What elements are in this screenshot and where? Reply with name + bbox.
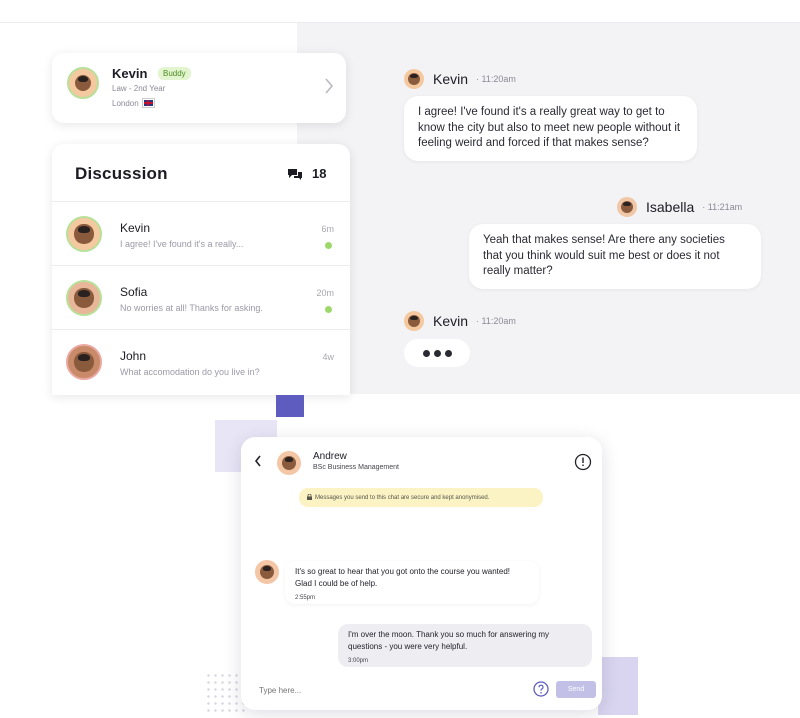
conversation-time: 6m [321, 224, 334, 234]
contact-course: BSc Business Management [313, 464, 399, 471]
conversation-preview: No worries at all! Thanks for asking. [120, 303, 263, 313]
message-text: It's so great to hear that you got onto … [295, 567, 510, 588]
chevron-right-icon[interactable] [324, 77, 334, 95]
profile-name: Kevin [112, 66, 148, 81]
mobile-chat-window: Andrew BSc Business Management Messages … [241, 437, 602, 710]
message-header: Isabella · 11:21am [617, 197, 742, 217]
avatar [404, 69, 424, 89]
list-item[interactable]: Kevin I agree! I've found it's a really.… [52, 202, 350, 266]
message-time: · 11:21am [702, 202, 743, 212]
online-indicator [325, 242, 332, 249]
message-time: 3:00pm [348, 658, 369, 664]
time-value: 11:20am [481, 74, 516, 84]
message-sender: Kevin [433, 71, 469, 87]
time-value: 11:21am [707, 202, 743, 212]
message-bubble: Yeah that makes sense! Are there any soc… [469, 224, 761, 289]
profile-location: London [112, 98, 155, 108]
avatar [617, 197, 637, 217]
info-icon[interactable] [574, 453, 592, 471]
outgoing-message: I'm over the moon. Thank you so much for… [338, 624, 592, 667]
avatar [404, 311, 424, 331]
message-sender: Kevin [433, 313, 469, 329]
screenshot-stage: Kevin Buddy Law - 2nd Year London Discus… [0, 0, 800, 718]
conversation-preview: What accomodation do you live in? [120, 367, 260, 377]
buddy-badge: Buddy [158, 67, 191, 80]
uk-flag-icon [141, 98, 155, 108]
avatar [277, 451, 301, 475]
message-text: I'm over the moon. Thank you so much for… [348, 630, 550, 651]
typing-indicator [404, 339, 470, 367]
conversation-time: 4w [322, 352, 334, 362]
conversation-name: Sofia [120, 285, 148, 299]
profile-card[interactable]: Kevin Buddy Law - 2nd Year London [52, 53, 346, 123]
decor-dot-grid [205, 672, 245, 712]
conversation-preview: I agree! I've found it's a really... [120, 239, 244, 249]
decor-square [598, 657, 638, 715]
discussion-list: Discussion 18 Kevin I agree! I've found … [52, 144, 350, 395]
discussion-header: Discussion 18 [52, 144, 350, 202]
avatar [66, 216, 102, 252]
discussion-title: Discussion [75, 164, 168, 183]
profile-subtitle: Law - 2nd Year [112, 84, 166, 93]
back-arrow-icon[interactable] [253, 454, 263, 468]
message-header: Kevin · 11:20am [404, 311, 516, 331]
avatar [66, 280, 102, 316]
message-bubble: I agree! I've found it's a really great … [404, 96, 697, 161]
message-header: Kevin · 11:20am [404, 69, 516, 89]
message-time: · 11:20am [476, 74, 516, 84]
chat-bubbles-icon [288, 169, 302, 180]
secure-notice-text: Messages you send to this chat are secur… [315, 494, 490, 501]
send-button[interactable]: Send [556, 681, 596, 698]
contact-name: Andrew [313, 451, 347, 462]
time-value: 11:20am [481, 316, 516, 326]
help-icon[interactable] [533, 681, 549, 697]
conversation-name: John [120, 349, 147, 363]
decor-square [276, 395, 304, 417]
message-sender: Isabella [646, 199, 695, 215]
conversation-name: Kevin [120, 221, 151, 235]
message-time: · 11:20am [476, 316, 516, 326]
conversation-time: 20m [316, 288, 334, 298]
lock-icon [307, 494, 312, 500]
incoming-message: It's so great to hear that you got onto … [285, 561, 539, 604]
list-item[interactable]: John What accomodation do you live in? 4… [52, 330, 350, 394]
location-label: London [112, 99, 139, 108]
avatar [66, 344, 102, 380]
avatar [255, 560, 279, 584]
discussion-count: 18 [312, 166, 327, 181]
online-indicator [325, 306, 332, 313]
message-input[interactable] [253, 678, 503, 702]
message-time: 2:55pm [295, 595, 316, 601]
list-item[interactable]: Sofia No worries at all! Thanks for aski… [52, 266, 350, 330]
avatar [67, 67, 99, 99]
secure-notice: Messages you send to this chat are secur… [299, 488, 543, 507]
